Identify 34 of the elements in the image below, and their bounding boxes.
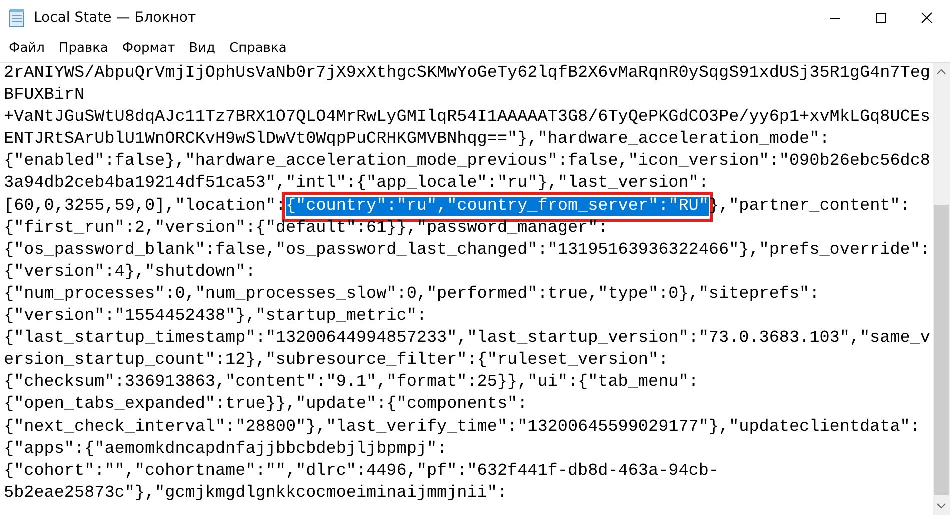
menu-item[interactable]: Файл [2, 38, 52, 58]
scroll-up-icon[interactable] [937, 69, 946, 75]
text-line: {"last_startup_timestamp":"13200644994857233","last_startup_version":"73.0.3683.103","same_v [4, 328, 930, 350]
text-line: {"cohort":"","cohortname":"","dlrc":4496,"pf":"632f441f-db8d-463a-94cb- [4, 460, 719, 483]
menu-item[interactable]: Справка [222, 38, 294, 58]
text-line: ENTJRtSArUblU1WnORCKvH9wSlDwVt0WqpPuCRHKGMVBNhqg=="},"hardware_acceleration_mode": [4, 129, 830, 152]
maximize-icon [875, 12, 887, 24]
notepad-icon [8, 8, 26, 28]
text-line: {"first_run":2,"version":{"default":61}},"password_manager": [4, 218, 608, 240]
text-line: {"apps":{"aemomkdncapdnfajjbbcbdebjljbpmpj": [4, 438, 448, 461]
menu-item[interactable]: Правка [52, 38, 116, 58]
text-line: {"enabled":false},"hardware_acceleration_mode_previous":false,"icon_version":"090b26ebc56dc8 [4, 151, 930, 174]
window-title: Local State — Блокнот [34, 10, 196, 26]
menu-item[interactable]: Формат [115, 38, 182, 58]
text-line: {"os_password_blank":false,"os_password_last_changed":"13195163936322466"},"prefs_override": [4, 240, 930, 262]
text-line: 2rANIYWS/AbpuQrVmjIjOphUsVaNb0r7jX9xXthgcSKMwYoGeTy62lqfB2X6vMaRqnR0ySqgS91xdUSj35R1gG4n7Teg [4, 63, 930, 85]
text-line: BFUXBirN [4, 85, 85, 108]
text-line: [60,0,3255,59,0],"location": [4, 196, 286, 218]
selected-text: {"country":"ru","country_from_server":"RU" [286, 196, 709, 216]
text-line: +VaNtJGuSWtU8dqAJc11Tz7BRX1O7QLO4MrRwLyGMIlqR54I1AAAAAT3G8/6TyQePKGdCO3Pe/yy6p1+xvMkLGq8UCEs [4, 107, 930, 130]
text-line: {"open_tabs_expanded":true}},"update":{"components": [4, 394, 528, 416]
scrollbar-thumb[interactable] [934, 205, 949, 495]
text-line: {"version":"1554452438"},"startup_metric": [4, 306, 427, 328]
text-line: ersion_startup_count":12},"subresource_filter":{"ruleset_version": [4, 350, 669, 372]
scrollbar[interactable] [933, 63, 950, 515]
menu-item[interactable]: Вид [182, 38, 223, 58]
close-icon [921, 12, 933, 24]
text-line: 5b2eae25873c"},"gcmjkmgdlgnkkcocmoeiminaijmmjnii": [4, 482, 508, 505]
text-line: 3a94db2ceb4ba19214df51ca53","intl":{"app_locale":"ru"},"last_version": [4, 173, 709, 196]
text-line: {"next_check_interval":"28800"},"last_verify_time":"13200645599029177"},"updateclientdata": [4, 416, 920, 438]
scroll-down-icon[interactable] [937, 503, 946, 509]
text-line: {"num_processes":0,"num_processes_slow":0,"performed":true,"type":0},"siteprefs": [4, 284, 820, 306]
text-line: {"version":4},"shutdown": [4, 262, 256, 284]
text-line: {"checksum":336913863,"content":"9.1","format":25}},"ui":{"tab_menu": [4, 372, 699, 394]
